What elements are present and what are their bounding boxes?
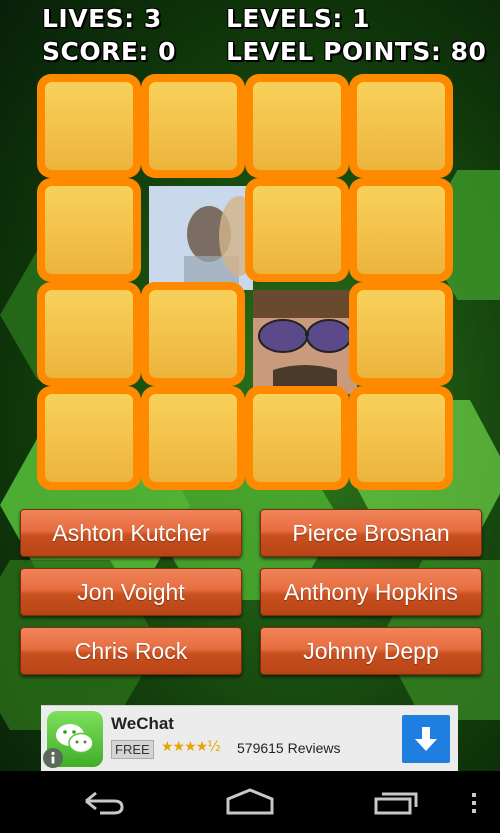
recents-icon[interactable] — [372, 789, 422, 817]
answer-button-ashton-kutcher[interactable]: Ashton Kutcher — [20, 509, 242, 557]
tile[interactable] — [37, 178, 141, 282]
level-counter: LEVELS: 1 — [226, 4, 370, 33]
hud: LIVES: 3 LEVELS: 1 SCORE: 0 LEVEL POINTS… — [0, 0, 500, 72]
lives-counter: LIVES: 3 — [42, 4, 162, 33]
answer-buttons: Ashton Kutcher Pierce Brosnan Jon Voight… — [0, 505, 500, 685]
revealed-photo-tile — [253, 290, 357, 394]
ad-banner[interactable]: WeChat FREE ★★★★½ 579615 Reviews — [41, 705, 458, 772]
answer-button-chris-rock[interactable]: Chris Rock — [20, 627, 242, 675]
tile[interactable] — [349, 74, 453, 178]
tile[interactable] — [349, 178, 453, 282]
ad-price-badge: FREE — [111, 740, 154, 759]
ad-info-icon[interactable] — [43, 748, 63, 768]
tile[interactable] — [245, 178, 349, 282]
system-nav-bar — [0, 771, 500, 833]
ad-download-button[interactable] — [402, 715, 450, 763]
tile[interactable] — [141, 282, 245, 386]
answer-button-jon-voight[interactable]: Jon Voight — [20, 568, 242, 616]
ad-app-name: WeChat — [111, 714, 174, 733]
tile[interactable] — [245, 74, 349, 178]
ad-rating-stars: ★★★★½ — [161, 739, 221, 755]
score-counter: SCORE: 0 — [42, 37, 177, 66]
tile-grid — [37, 74, 463, 498]
revealed-photo-tile — [149, 186, 253, 290]
tile[interactable] — [245, 386, 349, 490]
tile[interactable] — [349, 386, 453, 490]
download-arrow-icon — [415, 727, 437, 751]
answer-button-anthony-hopkins[interactable]: Anthony Hopkins — [260, 568, 482, 616]
overflow-menu-icon[interactable] — [468, 791, 480, 815]
tile[interactable] — [349, 282, 453, 386]
answer-button-johnny-depp[interactable]: Johnny Depp — [260, 627, 482, 675]
ad-review-count: 579615 Reviews — [237, 740, 341, 756]
answer-button-pierce-brosnan[interactable]: Pierce Brosnan — [260, 509, 482, 557]
tile[interactable] — [141, 74, 245, 178]
tile[interactable] — [37, 282, 141, 386]
home-icon[interactable] — [224, 787, 276, 817]
tile[interactable] — [37, 74, 141, 178]
back-icon[interactable] — [78, 787, 128, 817]
tile[interactable] — [141, 386, 245, 490]
tile[interactable] — [37, 386, 141, 490]
level-points-counter: LEVEL POINTS: 80 — [226, 37, 487, 66]
